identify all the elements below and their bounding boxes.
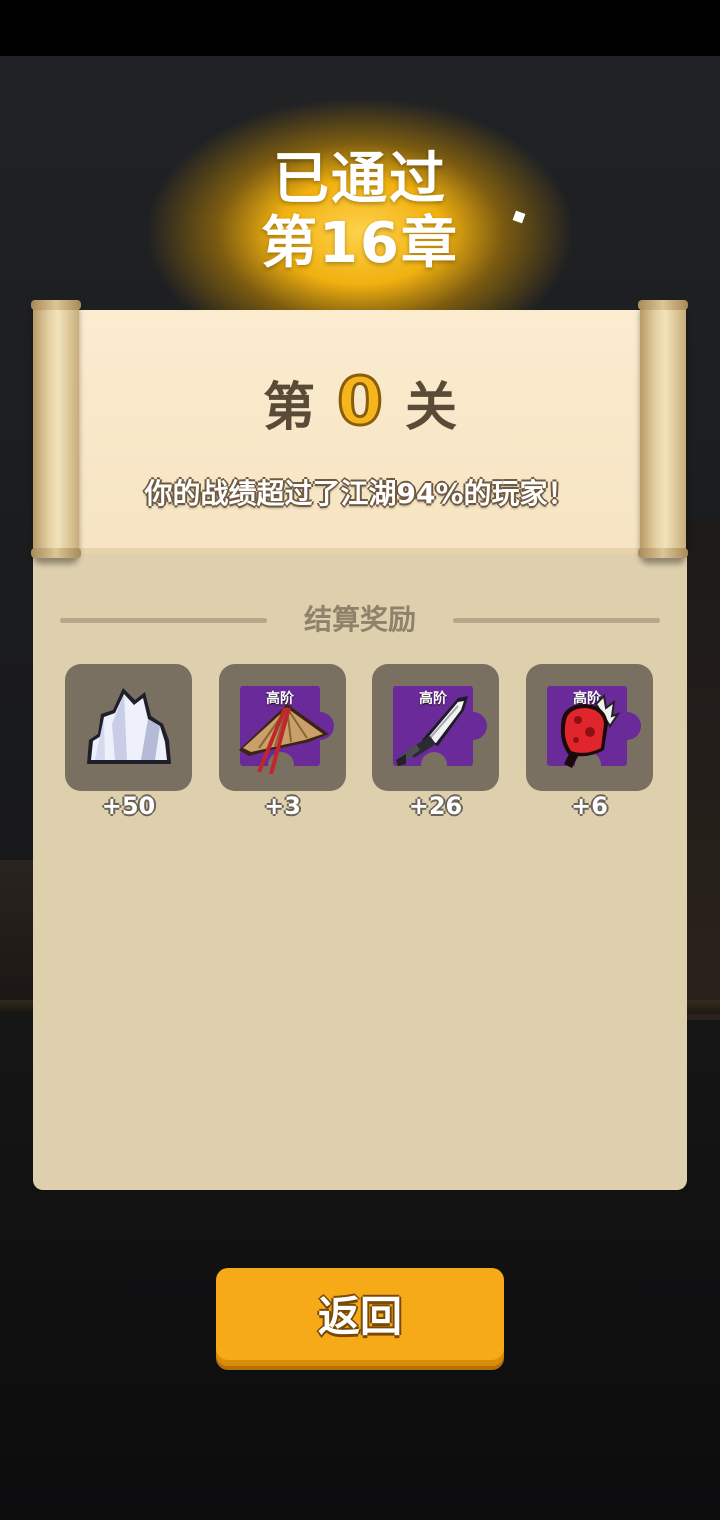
level-number: 0 — [336, 362, 385, 442]
back-button[interactable]: 返回 — [216, 1268, 504, 1366]
reward-count: +6 — [571, 792, 608, 820]
reward-count: +26 — [408, 792, 463, 820]
chapter-result-title: 已通过 第16章 — [0, 148, 720, 276]
chapter-label: 第16章 — [261, 211, 459, 276]
crystal-icon — [87, 688, 171, 764]
rewards-header: 结算奖励 — [60, 596, 660, 642]
back-button-label: 返回 — [317, 1293, 402, 1340]
bamboo-hat-icon — [239, 704, 329, 775]
divider-right — [453, 618, 660, 623]
reward-slot-bamboo-hat[interactable]: 高阶 +3 — [219, 664, 346, 820]
level-prefix: 第 — [263, 377, 316, 438]
reward-slot-saber[interactable]: 高阶 +26 — [372, 664, 499, 820]
rank-message: 你的战绩超过了江湖94%的玩家！ — [144, 477, 576, 510]
reward-count: +50 — [101, 792, 156, 820]
passed-label: 已通过 — [273, 147, 447, 212]
red-gauntlet-icon — [560, 693, 621, 768]
status-bar — [0, 0, 720, 56]
reward-slot-red-gauntlet[interactable]: 高阶 +6 — [526, 664, 653, 820]
level-result: 第 0 关 — [48, 362, 672, 442]
saber-icon — [396, 696, 468, 766]
level-suffix: 关 — [404, 377, 457, 438]
reward-slot-crystal[interactable]: +50 — [65, 664, 192, 820]
reward-count: +3 — [264, 792, 301, 820]
